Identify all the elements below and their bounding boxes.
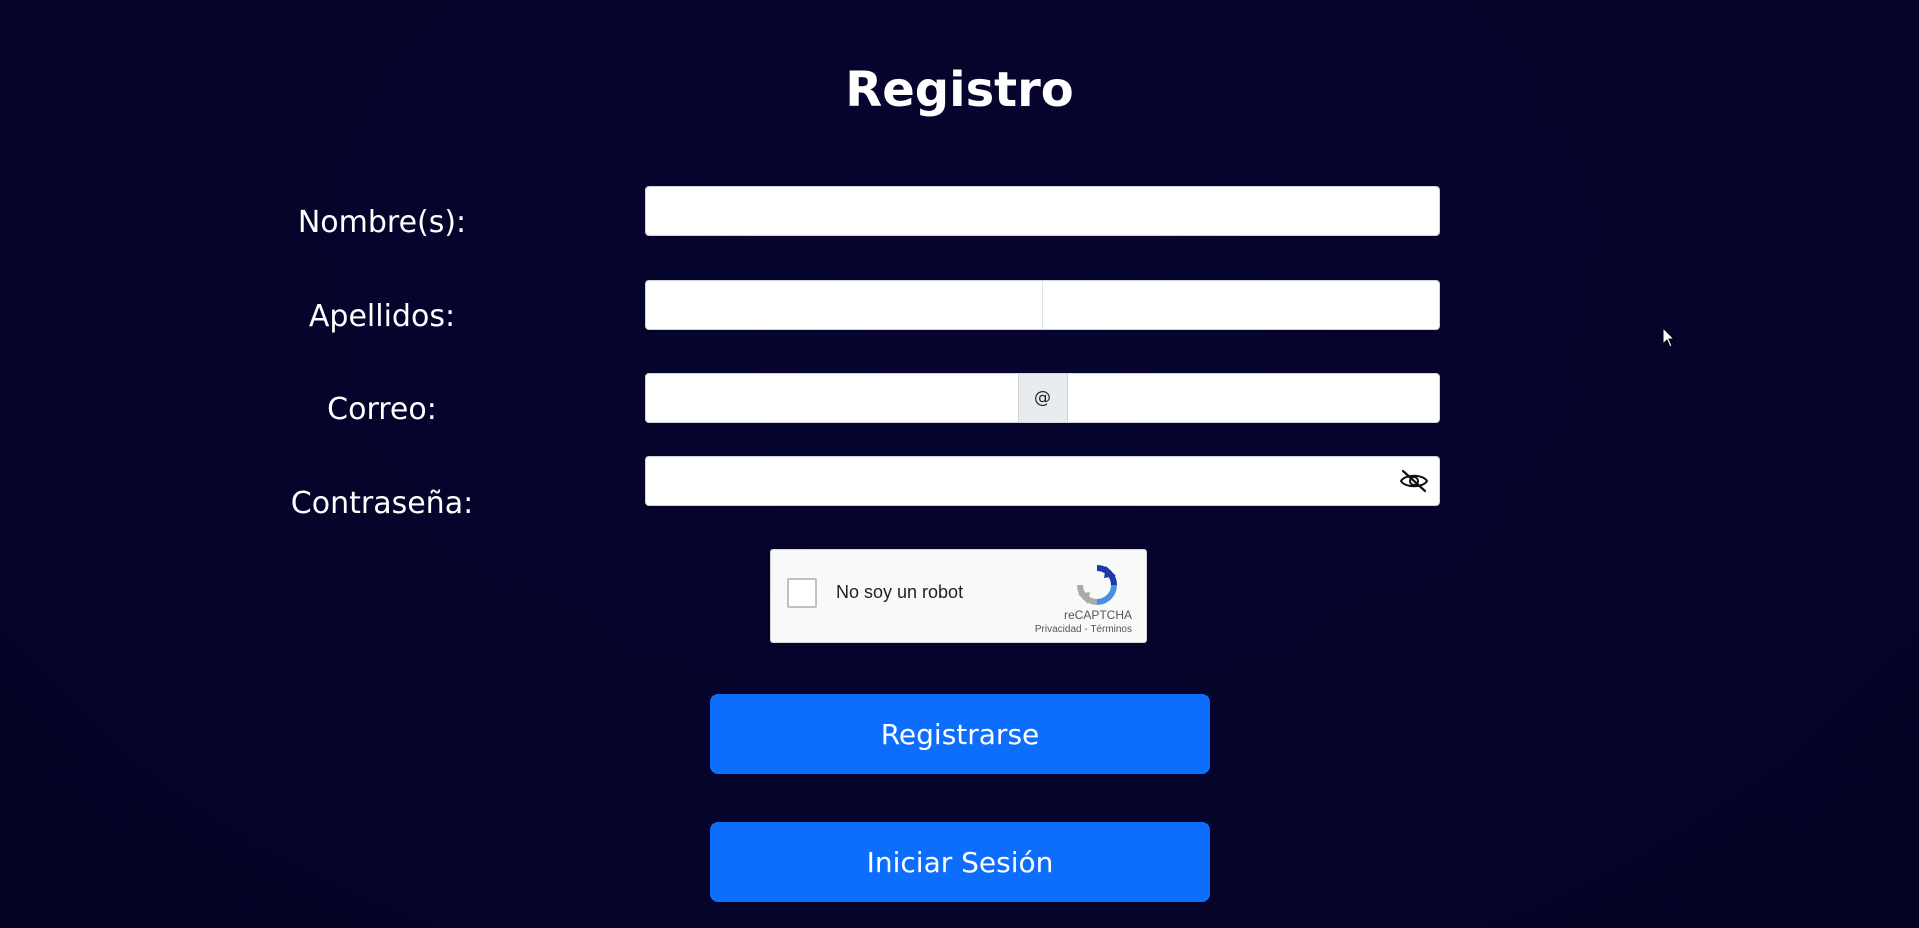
mouse-cursor-icon [1662, 327, 1676, 348]
eye-slash-icon[interactable] [1389, 457, 1439, 505]
recaptcha-brand: reCAPTCHA [1063, 608, 1132, 622]
recaptcha-label: No soy un robot [836, 582, 964, 602]
apellido-materno-input[interactable] [1043, 281, 1439, 329]
privacy-link[interactable]: Privacidad [1035, 624, 1082, 635]
contrasena-field-wrapper [645, 456, 1440, 506]
correo-field-wrapper: @ [645, 373, 1440, 423]
contrasena-input[interactable] [646, 457, 1389, 505]
eye-slash-icon-svg [1399, 469, 1429, 493]
page-title: Registro [845, 62, 1074, 118]
correo-label: Correo: [327, 392, 437, 427]
apellidos-label: Apellidos: [308, 299, 456, 334]
terms-link[interactable]: Términos [1090, 624, 1132, 635]
recaptcha-checkbox[interactable] [787, 578, 817, 608]
links-separator: - [1081, 624, 1091, 635]
correo-domain-input[interactable] [1067, 374, 1439, 422]
nombre-field-wrapper [645, 186, 1440, 236]
nombre-input[interactable] [646, 187, 1439, 235]
contrasena-label: Contraseña: [290, 486, 474, 521]
register-button[interactable]: Registrarse [710, 694, 1210, 774]
apellido-paterno-input[interactable] [646, 281, 1042, 329]
nombre-label: Nombre(s): [297, 205, 467, 240]
correo-user-input[interactable] [646, 374, 1018, 422]
at-sign-addon: @ [1017, 374, 1068, 422]
recaptcha-widget: No soy un robot reCAPTCHA Privacidad - T… [770, 549, 1147, 643]
login-button[interactable]: Iniciar Sesión [710, 822, 1210, 902]
apellidos-field-wrapper [645, 280, 1440, 330]
recaptcha-logo-icon [1077, 565, 1117, 605]
recaptcha-links: Privacidad - Términos [1035, 624, 1132, 635]
registration-page: Registro Nombre(s): Apellidos: Correo: @… [0, 0, 1919, 928]
